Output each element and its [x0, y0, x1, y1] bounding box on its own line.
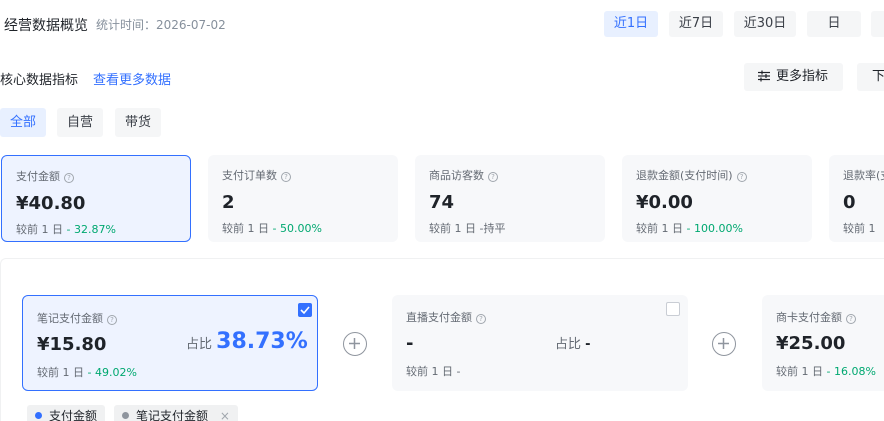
- metric-card-refund-rate[interactable]: 退款率(支 0 较前 1: [829, 155, 884, 242]
- page-title: 经营数据概览: [4, 18, 88, 34]
- check-icon: [300, 306, 310, 315]
- plus-icon: [343, 332, 367, 356]
- question-icon[interactable]: ?: [281, 172, 291, 182]
- range-more-button[interactable]: [871, 11, 884, 37]
- question-icon[interactable]: ?: [488, 172, 498, 182]
- metric-value: 0: [843, 192, 856, 213]
- metric-compare-value: - 32.87%: [66, 223, 116, 236]
- metric-compare-value: - 50.00%: [272, 222, 322, 235]
- ratio-value: -: [585, 337, 591, 352]
- question-icon[interactable]: ?: [64, 173, 74, 183]
- metric-value: 74: [429, 192, 455, 213]
- metric-compare-value: -持平: [479, 222, 506, 235]
- ratio-label: 占比: [555, 337, 582, 352]
- legend-label: 笔记支付金额: [136, 409, 209, 421]
- breakdown-compare-value: -: [456, 365, 461, 378]
- breakdown-checkbox[interactable]: [666, 302, 680, 316]
- breakdown-compare-prefix: 较前 1 日: [37, 366, 84, 379]
- metric-card-refund-amount[interactable]: 退款金额(支付时间)? ¥0.00 较前 1 日 - 100.00%: [622, 155, 812, 242]
- range-7d-button[interactable]: 近7日: [669, 11, 723, 37]
- stat-time: 统计时间：2026-07-02: [96, 18, 226, 32]
- legend-label: 支付金额: [49, 409, 98, 421]
- metric-card-order-count[interactable]: 支付订单数? 2 较前 1 日 - 50.00%: [208, 155, 398, 242]
- breakdown-label: 商卡支付金额: [776, 311, 842, 324]
- breakdown-compare-value: - 16.08%: [826, 365, 876, 378]
- metric-label: 退款率(支: [843, 169, 884, 182]
- question-icon[interactable]: ?: [736, 172, 747, 182]
- section-title: 核心数据指标: [0, 73, 79, 88]
- metric-card-visitors[interactable]: 商品访客数? 74 较前 1 日 -持平: [415, 155, 605, 242]
- close-icon[interactable]: ×: [220, 409, 230, 421]
- filter-settings-icon: [758, 65, 770, 93]
- metric-value: ¥0.00: [636, 192, 693, 213]
- question-icon[interactable]: ?: [107, 315, 117, 325]
- question-icon[interactable]: ?: [476, 314, 486, 324]
- ratio-value: 38.73%: [216, 329, 308, 354]
- metric-card-payment-amount[interactable]: 支付金额? ¥40.80 较前 1 日 - 32.87%: [1, 155, 191, 242]
- breakdown-value: -: [406, 333, 414, 354]
- filter-tab-all[interactable]: 全部: [0, 108, 47, 137]
- breakdown-card-product[interactable]: 商卡支付金额? ¥25.00 较前 1 日 - 16.08%: [762, 295, 884, 391]
- metric-label: 退款金额(支付时间): [636, 169, 733, 182]
- metric-value: ¥40.80: [16, 193, 86, 214]
- ratio-label: 占比: [186, 337, 213, 352]
- range-1d-button[interactable]: 近1日: [604, 11, 658, 37]
- metric-compare-prefix: 较前 1 日: [16, 223, 63, 236]
- breakdown-card-live[interactable]: 直播支付金额? - 较前 1 日 - 占比 -: [392, 295, 688, 391]
- plus-icon: [712, 332, 736, 356]
- question-icon[interactable]: ?: [846, 314, 856, 324]
- more-metrics-label: 更多指标: [776, 69, 829, 84]
- metric-label: 商品访客数: [429, 169, 484, 182]
- breakdown-label: 直播支付金额: [406, 311, 472, 324]
- metric-label: 支付订单数: [222, 169, 277, 182]
- breakdown-card-note[interactable]: 笔记支付金额? ¥15.80 较前 1 日 - 49.02% 占比 38.73%: [22, 295, 318, 391]
- breakdown-compare-prefix: 较前 1 日: [776, 365, 823, 378]
- range-day-button[interactable]: 日: [807, 11, 861, 37]
- download-button[interactable]: 下: [857, 63, 884, 91]
- breakdown-compare-prefix: 较前 1 日: [406, 365, 453, 378]
- breakdown-compare-value: - 49.02%: [87, 366, 137, 379]
- range-30d-button[interactable]: 近30日: [734, 11, 796, 37]
- metric-compare-prefix: 较前 1: [843, 222, 876, 235]
- breakdown-value: ¥25.00: [776, 333, 846, 354]
- breakdown-checkbox[interactable]: [298, 303, 312, 317]
- breakdown-label: 笔记支付金额: [37, 312, 103, 325]
- legend-chip-note[interactable]: 笔记支付金额 ×: [114, 405, 238, 421]
- legend-dot: [122, 412, 129, 419]
- metric-value: 2: [222, 192, 235, 213]
- metric-compare-prefix: 较前 1 日: [636, 222, 683, 235]
- filter-tab-self[interactable]: 自营: [57, 108, 104, 137]
- metric-label: 支付金额: [16, 170, 60, 183]
- filter-tab-affiliate[interactable]: 带货: [115, 108, 162, 137]
- more-data-link[interactable]: 查看更多数据: [93, 69, 171, 88]
- legend-chip-payment[interactable]: 支付金额: [27, 405, 106, 421]
- metric-compare-prefix: 较前 1 日: [222, 222, 269, 235]
- legend-dot: [35, 412, 42, 419]
- more-metrics-button[interactable]: 更多指标: [744, 63, 843, 91]
- metric-compare-value: - 100.00%: [686, 222, 743, 235]
- metric-compare-prefix: 较前 1 日: [429, 222, 476, 235]
